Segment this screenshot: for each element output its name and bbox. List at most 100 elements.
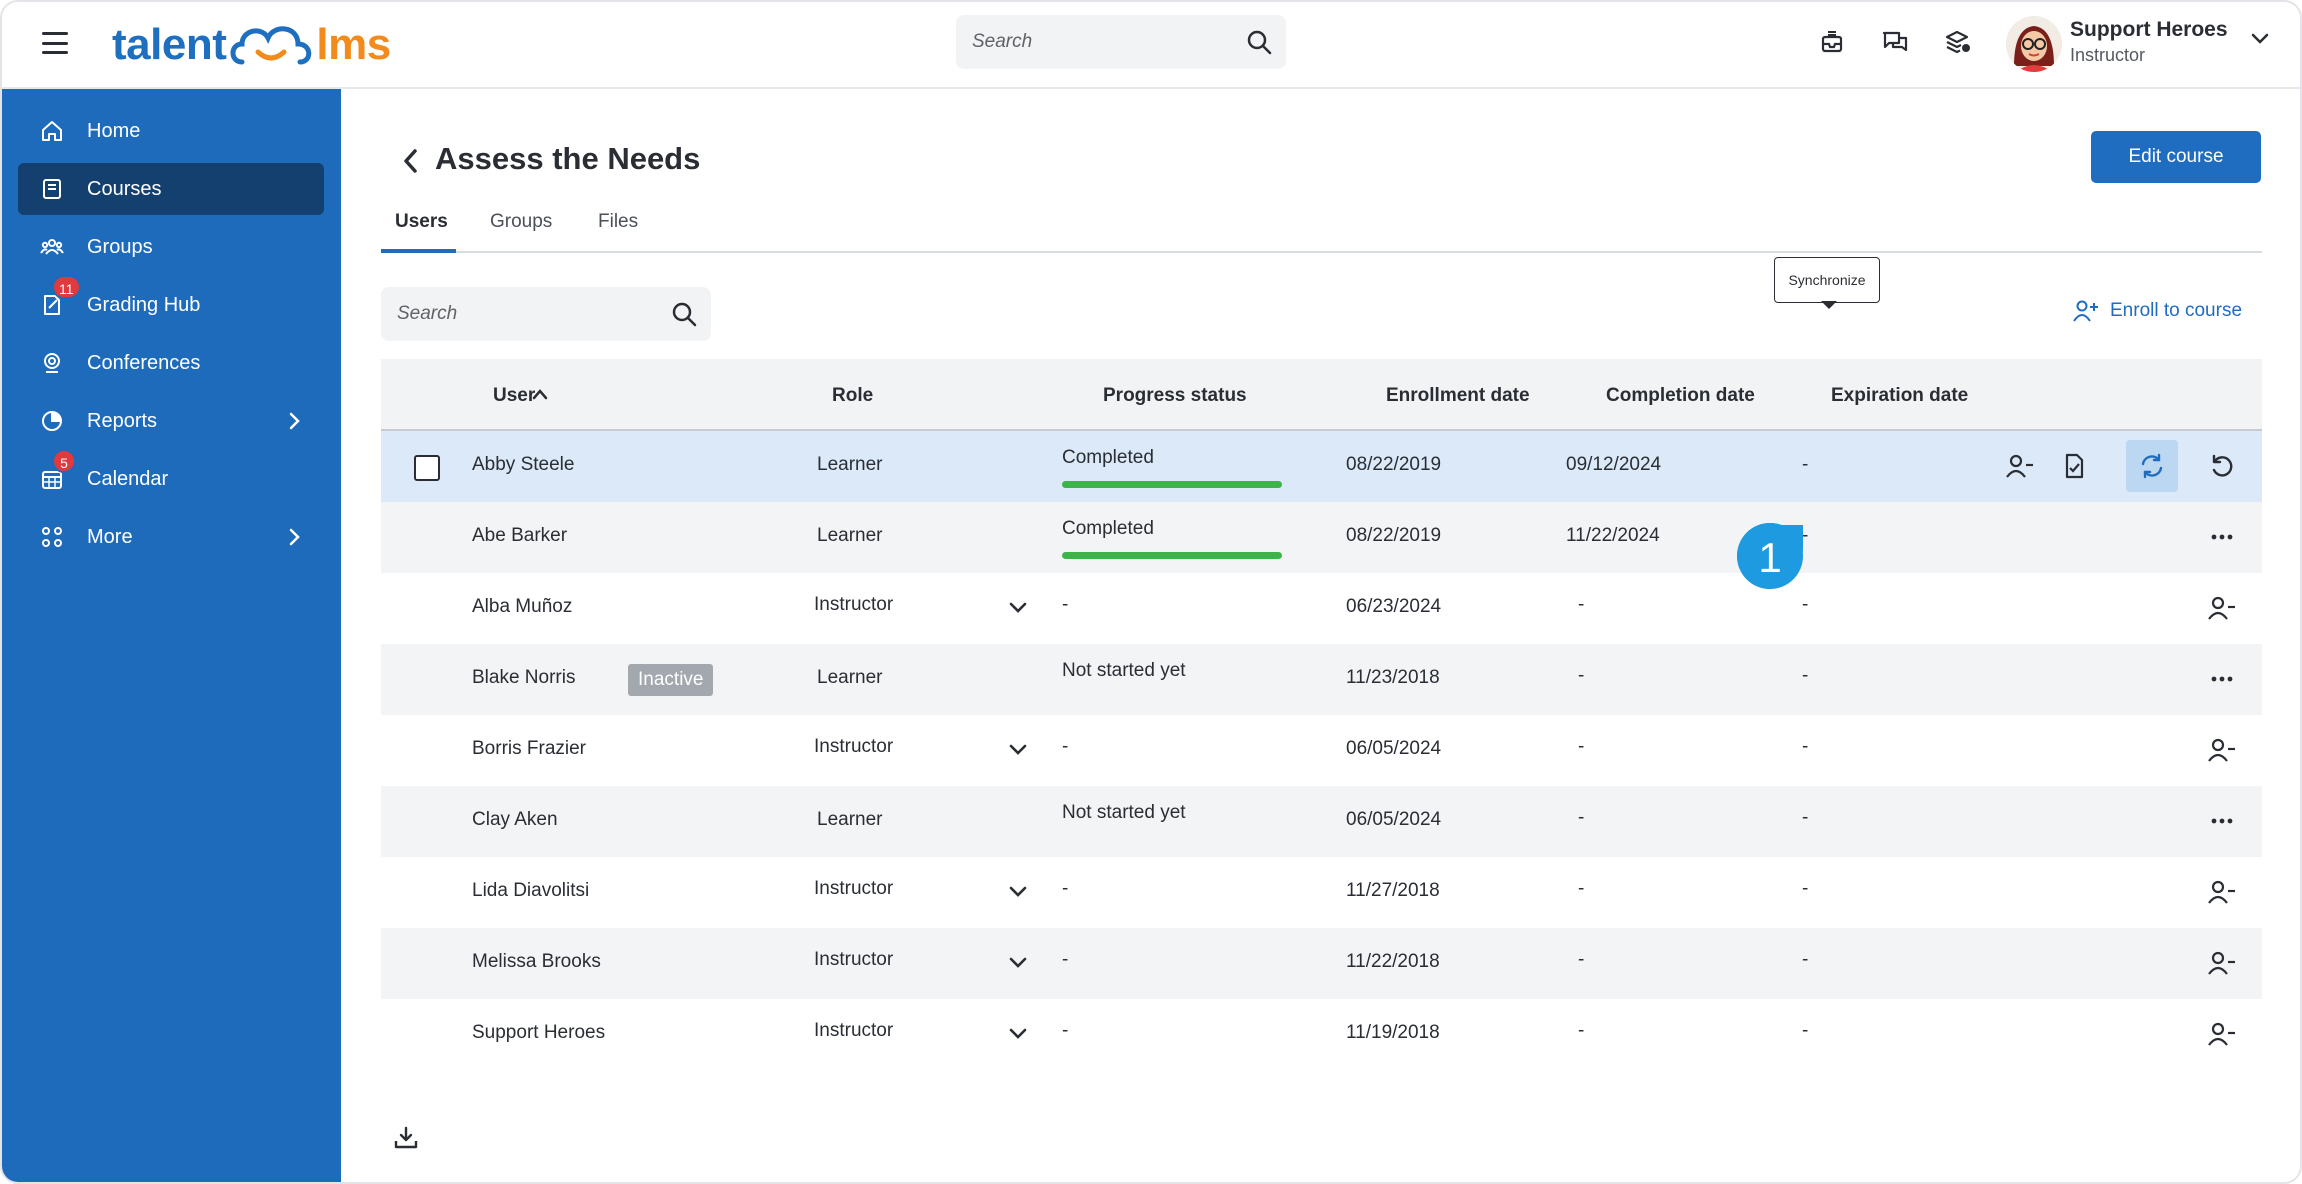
sidebar: Home Courses Groups 11 Grading Hub Confe… <box>2 89 341 1182</box>
edit-course-button[interactable]: Edit course <box>2091 131 2261 183</box>
back-chevron-icon[interactable] <box>401 147 421 175</box>
undo-icon <box>2212 454 2233 477</box>
user-role-select[interactable]: Instructor <box>814 594 893 616</box>
search-icon[interactable] <box>1246 29 1272 55</box>
main-content: Assess the Needs Edit course Users Group… <box>341 89 2300 1182</box>
column-user[interactable]: User <box>493 385 535 407</box>
user-role-select[interactable]: Instructor <box>814 949 893 971</box>
column-enrollment[interactable]: Enrollment date <box>1386 385 1530 407</box>
row-options-button[interactable] <box>2204 803 2240 839</box>
remove-user-button[interactable] <box>2204 732 2240 768</box>
sidebar-item-label: Reports <box>87 410 158 432</box>
sidebar-item-label: More <box>87 526 133 548</box>
sidebar-item-groups[interactable]: Groups <box>18 221 324 273</box>
column-completion[interactable]: Completion date <box>1606 385 1755 407</box>
user-name[interactable]: Borris Frazier <box>472 738 586 760</box>
sidebar-item-more[interactable]: More <box>18 511 324 563</box>
user-profile-menu[interactable]: Support Heroes Instructor <box>2006 12 2296 76</box>
courses-catalog-icon[interactable] <box>1940 24 1976 60</box>
user-role-select[interactable]: Instructor <box>814 1020 893 1042</box>
profile-name: Support Heroes <box>2070 18 2228 41</box>
table-row[interactable]: Lida Diavolitsi Instructor - 11/27/2018 … <box>381 857 2262 928</box>
messages-icon[interactable] <box>1877 24 1913 60</box>
talentlms-logo[interactable]: talent lms <box>112 16 391 74</box>
remove-user-icon <box>2006 454 2033 478</box>
chevron-down-icon[interactable] <box>1008 885 1028 899</box>
tab-groups[interactable]: Groups <box>490 211 552 233</box>
table-row[interactable]: Clay Aken Learner Not started yet 06/05/… <box>381 786 2262 857</box>
hamburger-menu-icon[interactable] <box>40 28 70 58</box>
table-row[interactable]: Abby Steele Learner Completed 08/22/2019… <box>381 431 2262 502</box>
sidebar-item-calendar[interactable]: 5 Calendar <box>18 449 324 505</box>
user-name[interactable]: Alba Muñoz <box>472 596 572 618</box>
sidebar-item-conferences[interactable]: Conferences <box>18 337 324 389</box>
complete-course-button[interactable] <box>2056 448 2092 484</box>
remove-user-icon <box>2208 1022 2235 1046</box>
inbox-icon[interactable] <box>1814 24 1850 60</box>
sidebar-item-reports[interactable]: Reports <box>18 395 324 447</box>
chevron-down-icon[interactable] <box>1008 1027 1028 1041</box>
global-search[interactable] <box>956 15 1286 69</box>
table-row[interactable]: Alba Muñoz Instructor - 06/23/2024 - - <box>381 573 2262 644</box>
tab-users[interactable]: Users <box>395 211 448 233</box>
user-role: Learner <box>817 525 883 546</box>
enroll-label: Enroll to course <box>2110 300 2243 321</box>
user-name[interactable]: Melissa Brooks <box>472 951 601 973</box>
users-search-input[interactable] <box>397 299 657 329</box>
table-row[interactable]: Support Heroes Instructor - 11/19/2018 -… <box>381 999 2262 1070</box>
expiration-date: - <box>1802 665 1809 686</box>
remove-user-button[interactable] <box>2002 448 2038 484</box>
sidebar-item-home[interactable]: Home <box>18 105 324 157</box>
tab-files[interactable]: Files <box>598 211 638 233</box>
remove-user-button[interactable] <box>2204 945 2240 981</box>
completion-date: - <box>1578 949 1585 970</box>
table-row[interactable]: Blake Norris Inactive Learner Not starte… <box>381 644 2262 715</box>
synchronize-button[interactable] <box>2126 440 2178 492</box>
chevron-down-icon[interactable] <box>2250 32 2270 46</box>
search-icon[interactable] <box>671 301 697 327</box>
user-name[interactable]: Lida Diavolitsi <box>472 880 589 902</box>
sort-ascending-icon[interactable] <box>531 387 549 401</box>
chevron-down-icon[interactable] <box>1008 601 1028 615</box>
user-name[interactable]: Clay Aken <box>472 809 558 831</box>
expiration-date: - <box>1802 807 1809 828</box>
table-row[interactable]: Abe Barker Learner Completed 08/22/2019 … <box>381 502 2262 573</box>
sync-icon <box>2141 453 2163 479</box>
user-name[interactable]: Abe Barker <box>472 525 567 547</box>
sidebar-item-courses[interactable]: Courses <box>18 163 324 215</box>
progress-status: - <box>1062 736 1069 757</box>
remove-user-button[interactable] <box>2204 590 2240 626</box>
chevron-down-icon[interactable] <box>1008 956 1028 970</box>
completion-date: - <box>1578 878 1585 899</box>
global-search-input[interactable] <box>972 27 1232 57</box>
sidebar-item-label: Calendar <box>87 468 169 490</box>
row-options-button[interactable] <box>2204 661 2240 697</box>
user-role-select[interactable]: Instructor <box>814 736 893 758</box>
expiration-date: - <box>1802 949 1809 970</box>
sidebar-item-grading-hub[interactable]: 11 Grading Hub <box>18 275 324 331</box>
column-expiration[interactable]: Expiration date <box>1831 385 1968 407</box>
progress-status: Not started yet <box>1062 660 1186 681</box>
completion-date: - <box>1578 1020 1585 1041</box>
reset-progress-button[interactable] <box>2204 448 2240 484</box>
row-checkbox[interactable] <box>414 455 440 481</box>
user-name[interactable]: Blake Norris <box>472 667 575 689</box>
user-name[interactable]: Support Heroes <box>472 1022 605 1044</box>
top-bar: talent lms Search Support Heroes Instruc… <box>2 2 2300 89</box>
users-search[interactable] <box>381 287 711 341</box>
remove-user-button[interactable] <box>2204 874 2240 910</box>
user-role-select[interactable]: Instructor <box>814 878 893 900</box>
download-icon[interactable] <box>393 1125 419 1151</box>
row-options-button[interactable] <box>2204 519 2240 555</box>
table-row[interactable]: Melissa Brooks Instructor - 11/22/2018 -… <box>381 928 2262 999</box>
avatar <box>2006 16 2062 72</box>
chevron-down-icon[interactable] <box>1008 743 1028 757</box>
reports-icon <box>42 411 62 431</box>
calendar-badge: 5 <box>52 449 76 473</box>
enrollment-date: 06/05/2024 <box>1346 809 1442 830</box>
sidebar-item-label: Conferences <box>87 352 201 374</box>
enroll-to-course-link[interactable]: Enroll to course <box>2072 299 2242 323</box>
user-name[interactable]: Abby Steele <box>472 454 574 476</box>
table-row[interactable]: Borris Frazier Instructor - 06/05/2024 -… <box>381 715 2262 786</box>
remove-user-button[interactable] <box>2204 1016 2240 1052</box>
